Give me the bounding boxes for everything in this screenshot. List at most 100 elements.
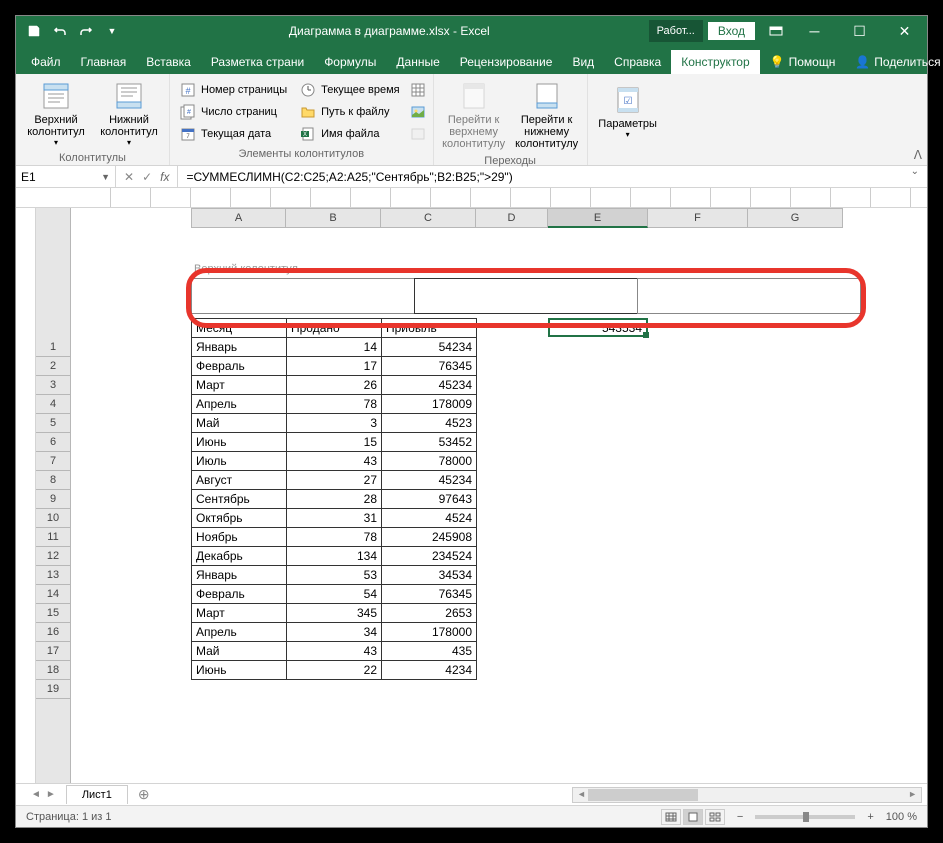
table-cell[interactable]: 78	[287, 528, 382, 547]
table-cell[interactable]: Апрель	[192, 623, 287, 642]
zoom-out-button[interactable]: −	[737, 811, 743, 823]
table-cell[interactable]: 76345	[382, 585, 477, 604]
table-cell[interactable]: 43	[287, 642, 382, 661]
table-cell[interactable]: 45234	[382, 471, 477, 490]
fx-label[interactable]: fx	[160, 170, 169, 184]
add-sheet-button[interactable]: ⊕	[128, 786, 160, 803]
display-options-icon[interactable]	[768, 23, 784, 39]
table-cell[interactable]: 78	[287, 395, 382, 414]
col-header[interactable]: C	[381, 208, 476, 228]
sheet-area[interactable]: ABCDEFG Верхний колонтитул МесяцПроданоП…	[71, 208, 927, 783]
redo-icon[interactable]	[78, 23, 94, 39]
tab-data[interactable]: Данные	[386, 50, 449, 74]
zoom-in-button[interactable]: +	[867, 811, 873, 823]
table-cell[interactable]: 14	[287, 338, 382, 357]
horizontal-scrollbar[interactable]: ◄►	[572, 787, 922, 803]
table-cell[interactable]: Март	[192, 376, 287, 395]
table-cell[interactable]: 28	[287, 490, 382, 509]
table-cell[interactable]: 17	[287, 357, 382, 376]
tab-help[interactable]: Справка	[604, 50, 671, 74]
share-button[interactable]: 👤Поделиться	[845, 50, 943, 74]
sheet-name-button[interactable]	[408, 80, 428, 100]
tab-page-layout[interactable]: Разметка страни	[201, 50, 314, 74]
row-header[interactable]: 19	[36, 680, 70, 699]
goto-footer-button[interactable]: Перейти к нижнему колонтитулу	[512, 77, 582, 153]
row-header[interactable]: 16	[36, 623, 70, 642]
page-count-button[interactable]: #Число страниц	[175, 102, 292, 122]
formula-input[interactable]	[178, 166, 902, 187]
table-cell[interactable]: 178009	[382, 395, 477, 414]
scroll-right-icon[interactable]: ►	[908, 789, 917, 799]
table-cell[interactable]: 54	[287, 585, 382, 604]
tab-file[interactable]: Файл	[21, 50, 71, 74]
table-cell[interactable]: Май	[192, 414, 287, 433]
current-date-button[interactable]: 7Текущая дата	[175, 124, 292, 144]
sheet-tab-1[interactable]: Лист1	[66, 785, 128, 804]
row-header[interactable]: 17	[36, 642, 70, 661]
table-cell[interactable]: Январь	[192, 566, 287, 585]
name-box-dropdown-icon[interactable]: ▼	[101, 172, 110, 182]
confirm-formula-icon[interactable]: ✓	[142, 170, 152, 184]
table-cell[interactable]: Февраль	[192, 585, 287, 604]
undo-icon[interactable]	[52, 23, 68, 39]
table-cell[interactable]: 78000	[382, 452, 477, 471]
tab-formulas[interactable]: Формулы	[314, 50, 386, 74]
table-cell[interactable]: Январь	[192, 338, 287, 357]
name-box[interactable]: E1▼	[16, 166, 116, 187]
table-cell[interactable]: 31	[287, 509, 382, 528]
table-cell[interactable]: 26	[287, 376, 382, 395]
table-cell[interactable]: Февраль	[192, 357, 287, 376]
table-cell[interactable]: Июнь	[192, 433, 287, 452]
table-cell[interactable]: 43	[287, 452, 382, 471]
row-header[interactable]: 1	[36, 338, 70, 357]
table-cell[interactable]: Март	[192, 604, 287, 623]
collapse-ribbon-icon[interactable]: ᐱ	[914, 148, 922, 162]
cancel-formula-icon[interactable]: ✕	[124, 170, 134, 184]
prev-sheet-icon[interactable]: ◄	[31, 789, 41, 800]
save-icon[interactable]	[26, 23, 42, 39]
picture-button[interactable]	[408, 102, 428, 122]
row-header[interactable]: 18	[36, 661, 70, 680]
row-header[interactable]: 8	[36, 471, 70, 490]
row-header[interactable]: 15	[36, 604, 70, 623]
file-path-button[interactable]: Путь к файлу	[295, 102, 404, 122]
row-header[interactable]: 6	[36, 433, 70, 452]
tab-home[interactable]: Главная	[71, 50, 137, 74]
expand-formula-bar-icon[interactable]: ⌄	[903, 166, 927, 187]
table-cell[interactable]: 53452	[382, 433, 477, 452]
table-cell[interactable]: 3	[287, 414, 382, 433]
page-number-button[interactable]: #Номер страницы	[175, 80, 292, 100]
table-cell[interactable]: 76345	[382, 357, 477, 376]
table-cell[interactable]: 2653	[382, 604, 477, 623]
col-header[interactable]: A	[191, 208, 286, 228]
next-sheet-icon[interactable]: ►	[46, 789, 56, 800]
col-header[interactable]: E	[548, 208, 648, 228]
footer-button[interactable]: Нижний колонтитул ▾	[94, 77, 164, 150]
table-cell[interactable]: 45234	[382, 376, 477, 395]
row-header[interactable]: 5	[36, 414, 70, 433]
scrollbar-thumb[interactable]	[588, 789, 698, 801]
table-cell[interactable]: 53	[287, 566, 382, 585]
maximize-button[interactable]: ☐	[837, 16, 882, 46]
table-cell[interactable]: 178000	[382, 623, 477, 642]
file-name-button[interactable]: XИмя файла	[295, 124, 404, 144]
table-cell[interactable]: Сентябрь	[192, 490, 287, 509]
row-header[interactable]: 14	[36, 585, 70, 604]
table-cell[interactable]: 134	[287, 547, 382, 566]
sheet-nav[interactable]: ◄►	[21, 789, 66, 800]
header-button[interactable]: Верхний колонтитул ▾	[21, 77, 91, 150]
tab-design[interactable]: Конструктор	[671, 50, 759, 74]
table-cell[interactable]: Декабрь	[192, 547, 287, 566]
table-cell[interactable]: 34	[287, 623, 382, 642]
normal-view-button[interactable]	[661, 809, 681, 825]
options-button[interactable]: ☑ Параметры ▾	[593, 81, 663, 142]
row-header[interactable]: 7	[36, 452, 70, 471]
table-cell[interactable]: Май	[192, 642, 287, 661]
table-cell[interactable]: 4234	[382, 661, 477, 680]
table-cell[interactable]: 4523	[382, 414, 477, 433]
col-header[interactable]: F	[648, 208, 748, 228]
table-cell[interactable]: Апрель	[192, 395, 287, 414]
table-cell[interactable]: 345	[287, 604, 382, 623]
zoom-slider[interactable]	[755, 815, 855, 819]
table-cell[interactable]: Июль	[192, 452, 287, 471]
